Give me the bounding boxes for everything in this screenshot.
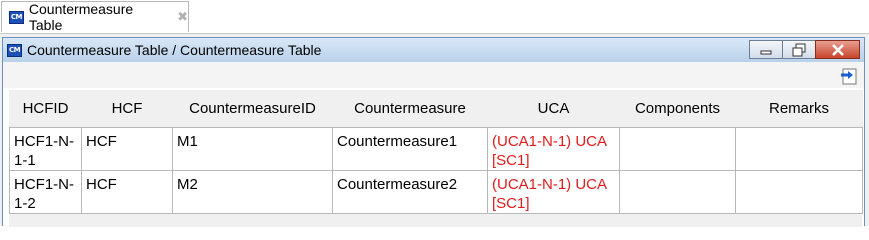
restore-button[interactable]	[782, 40, 816, 59]
cell-hcfid[interactable]: HCF1-N-1-1	[9, 127, 82, 171]
minimize-icon	[760, 50, 772, 54]
window-controls	[749, 40, 860, 59]
cell-countermeasureid[interactable]: M2	[172, 170, 333, 214]
export-button[interactable]	[840, 67, 858, 85]
close-button[interactable]	[815, 40, 860, 59]
table-row[interactable]: HCF1-N-1-2 HCF M2 Countermeasure2 (UCA1-…	[9, 170, 863, 214]
cell-hcfid[interactable]: HCF1-N-1-2	[9, 170, 82, 214]
cell-remarks[interactable]	[735, 170, 863, 214]
close-x-icon[interactable]: ✖	[177, 10, 188, 25]
table-header-row: HCFID HCF CountermeasureID Countermeasur…	[9, 90, 863, 128]
cell-components[interactable]	[619, 127, 736, 171]
restore-icon	[792, 43, 806, 56]
countermeasure-table: HCFID HCF CountermeasureID Countermeasur…	[9, 90, 863, 227]
close-icon	[831, 43, 844, 56]
cell-uca[interactable]: (UCA1-N-1) UCA [SC1]	[487, 170, 620, 214]
cell-countermeasure[interactable]: Countermeasure1	[332, 127, 488, 171]
cell-remarks[interactable]	[735, 127, 863, 171]
cell-hcf[interactable]: HCF	[81, 127, 173, 171]
cm-document-icon: CM	[9, 10, 24, 24]
window-title: Countermeasure Table / Countermeasure Ta…	[27, 42, 322, 58]
column-header-countermeasureid[interactable]: CountermeasureID	[172, 90, 333, 128]
window-titlebar: CM Countermeasure Table / Countermeasure…	[3, 38, 864, 62]
column-header-countermeasure[interactable]: Countermeasure	[332, 90, 488, 128]
column-header-uca[interactable]: UCA	[487, 90, 620, 128]
table-row[interactable]: HCF1-N-1-1 HCF M1 Countermeasure1 (UCA1-…	[9, 127, 863, 171]
app-root: CM Countermeasure Table ✖ CM Countermeas…	[0, 0, 869, 227]
cell-countermeasure[interactable]: Countermeasure2	[332, 170, 488, 214]
cell-countermeasureid[interactable]: M1	[172, 127, 333, 171]
column-header-hcf[interactable]: HCF	[81, 90, 173, 128]
countermeasure-window: CM Countermeasure Table / Countermeasure…	[2, 37, 865, 227]
cell-uca[interactable]: (UCA1-N-1) UCA [SC1]	[487, 127, 620, 171]
cell-hcf[interactable]: HCF	[81, 170, 173, 214]
window-toolbar	[3, 62, 864, 88]
editor-tab-strip: CM Countermeasure Table ✖	[0, 0, 869, 34]
column-header-components[interactable]: Components	[619, 90, 736, 128]
column-header-hcfid[interactable]: HCFID	[9, 90, 82, 128]
minimize-button[interactable]	[749, 40, 783, 59]
tab-label: Countermeasure Table	[28, 1, 134, 33]
cell-components[interactable]	[619, 170, 736, 214]
tab-countermeasure-table[interactable]: CM Countermeasure Table ✖	[1, 1, 189, 33]
cm-document-icon: CM	[7, 43, 22, 57]
column-header-remarks[interactable]: Remarks	[735, 90, 863, 128]
export-arrow-icon	[841, 68, 857, 85]
